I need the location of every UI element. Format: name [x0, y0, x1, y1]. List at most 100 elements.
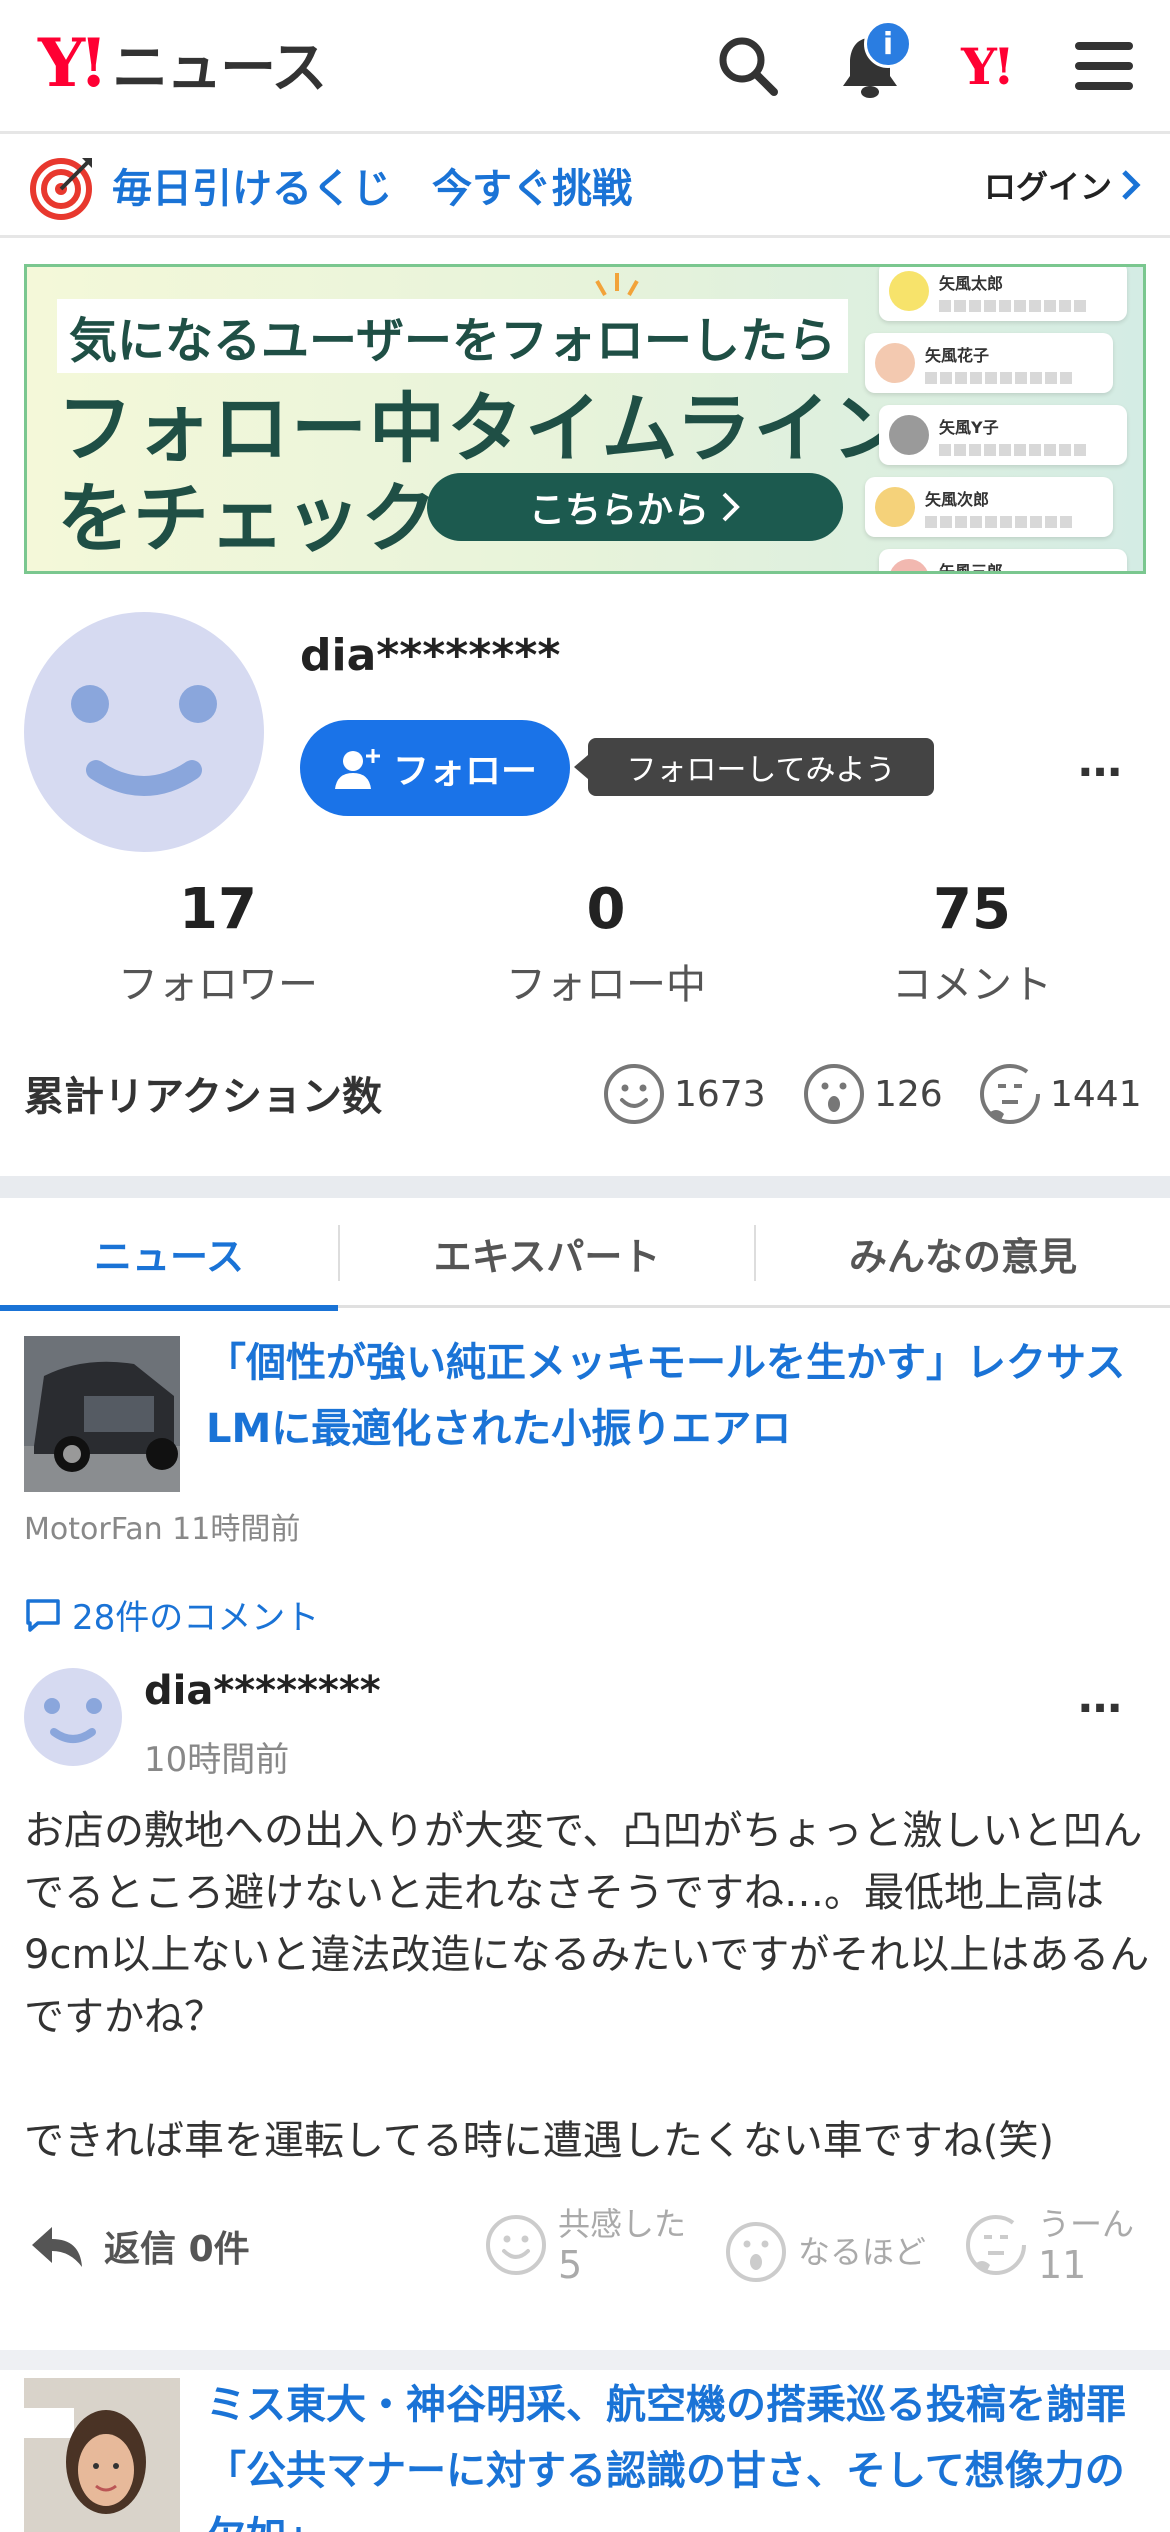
card-name: 矢風次郎 — [925, 490, 990, 509]
notification-bell-icon[interactable]: i — [834, 20, 912, 104]
lottery-link-text[interactable]: 毎日引けるくじ 今すぐ挑戦 — [112, 156, 632, 214]
notification-badge: i — [864, 20, 912, 68]
smile-face-icon — [604, 1064, 664, 1124]
sparkle-icon — [587, 271, 647, 305]
banner-cta-label: こちらから — [528, 490, 709, 531]
empathy-total-count: 1673 — [674, 1073, 766, 1115]
uun-reaction-button[interactable]: うーん 11 — [964, 2204, 1134, 2286]
comment-paragraph: できれば車を運転してる時に遭遇したくない車ですね(笑) — [24, 2118, 1055, 2164]
person-photo-icon — [24, 2378, 180, 2532]
followers-label: フォロワー — [118, 962, 318, 1008]
section-divider — [0, 1176, 1170, 1198]
follow-timeline-banner[interactable]: 気になるユーザーをフォローしたら フォロー中タイムライン をチェック こちらから… — [24, 264, 1146, 574]
article-meta: MotorFan 11時間前 — [24, 1504, 300, 1548]
banner-user-card: 矢風三郎 — [879, 549, 1127, 574]
follow-button[interactable]: フォロー — [300, 720, 570, 816]
naruhodo-label: なるほど — [798, 2233, 927, 2271]
comments-link-label: 28件のコメント — [72, 1598, 320, 1638]
tab-expert[interactable]: エキスパート — [340, 1198, 754, 1308]
yahoo-japan-top-icon[interactable]: Y! — [950, 28, 1022, 104]
smiley-avatar-icon — [44, 1698, 102, 1743]
empathy-count: 5 — [558, 2243, 583, 2287]
banner-user-card: 矢風Y子 — [879, 405, 1127, 465]
comment-time: 10時間前 — [144, 1740, 290, 1780]
naruhodo-total-count: 126 — [874, 1073, 943, 1115]
banner-line1: 気になるユーザーをフォローしたら — [57, 299, 849, 373]
naruhodo-reaction-total: 126 — [802, 1062, 943, 1126]
card-name: 矢風三郎 — [939, 562, 1004, 574]
empathy-label: 共感した — [558, 2205, 687, 2243]
uun-reaction-total: 1441 — [978, 1062, 1142, 1126]
empathy-reaction-total: 1673 — [602, 1062, 766, 1126]
empathy-reaction-button[interactable]: 共感した 5 — [484, 2204, 686, 2286]
follow-tooltip: フォローしてみよう — [574, 738, 934, 796]
comments-count-link[interactable]: 28件のコメント — [24, 1590, 319, 1639]
article-time: 11時間前 — [172, 1512, 301, 1547]
article-thumbnail[interactable] — [24, 1336, 180, 1492]
yahoo-news-logo[interactable]: Y! ニュース — [38, 24, 327, 102]
reply-arrow-icon — [32, 2227, 82, 2267]
user-avatar-icon — [889, 271, 929, 311]
thinking-face-icon — [966, 2215, 1026, 2275]
comments-stat[interactable]: 75 コメント — [822, 882, 1122, 1010]
uun-total-count: 1441 — [1050, 1073, 1142, 1115]
profile-username: dia******** — [300, 630, 561, 681]
chevron-right-icon — [1122, 170, 1141, 200]
tab-news[interactable]: ニュース — [0, 1198, 338, 1311]
naruhodo-reaction-button[interactable]: なるほど — [724, 2220, 926, 2284]
reply-label: 返信 — [104, 2229, 177, 2270]
comment-username[interactable]: dia******** — [144, 1668, 381, 1714]
following-label: フォロー中 — [506, 962, 706, 1008]
article-thumbnail[interactable] — [24, 2378, 180, 2532]
article-title-link[interactable]: ミス東大・神谷明采、航空機の搭乗巡る投稿を謝罪「公共マナーに対する認識の甘さ、そ… — [206, 2372, 1146, 2532]
comments-count: 75 — [933, 877, 1011, 942]
banner-cta-button[interactable]: こちらから — [427, 473, 843, 541]
card-name: 矢風花子 — [925, 346, 990, 365]
chevron-right-icon — [722, 492, 740, 522]
user-avatar-icon — [875, 487, 915, 527]
banner-user-card: 矢風花子 — [865, 333, 1113, 393]
comment-bubble-icon — [26, 1598, 60, 1632]
comment-paragraph: お店の敷地への出入りが大変で、凸凹がちょっと激しいと凹んでるところ避けないと走れ… — [24, 1808, 1150, 2040]
thinking-face-icon — [980, 1064, 1040, 1124]
article-title-link[interactable]: 「個性が強い純正メッキモールを生かす」レクサスLMに最適化された小振りエアロ — [206, 1330, 1146, 1462]
following-count: 0 — [586, 877, 626, 942]
news-logo-text: ニュース — [112, 35, 327, 101]
add-user-icon — [334, 749, 380, 789]
banner-user-card: 矢風太郎 — [879, 267, 1127, 321]
user-avatar-icon — [889, 415, 929, 455]
section-divider — [0, 2350, 1170, 2370]
hamburger-menu-icon[interactable] — [1068, 28, 1140, 104]
smiley-avatar-icon — [71, 685, 217, 796]
target-icon — [30, 154, 96, 224]
login-label: ログイン — [983, 168, 1112, 206]
article-source: MotorFan — [24, 1512, 163, 1547]
reply-button[interactable]: 返信 0件 — [30, 2220, 250, 2272]
comments-label: コメント — [892, 962, 1052, 1008]
profile-more-menu-icon[interactable]: … — [1078, 736, 1126, 787]
surprised-face-icon — [804, 1064, 864, 1124]
profile-tabs: ニュース エキスパート みんなの意見 — [0, 1198, 1170, 1311]
smile-face-icon — [486, 2215, 546, 2275]
yj-mark-text: Y! — [961, 36, 1015, 96]
top-header: Y! ニュース i Y! — [0, 0, 1170, 134]
login-link[interactable]: ログイン — [984, 162, 1142, 208]
comment-more-menu-icon[interactable]: … — [1078, 1672, 1126, 1723]
tab-everyone-opinion[interactable]: みんなの意見 — [756, 1198, 1170, 1308]
reply-count: 0件 — [188, 2229, 250, 2270]
car-photo-icon — [24, 1336, 180, 1492]
card-name: 矢風Y子 — [939, 418, 999, 437]
search-icon[interactable] — [712, 28, 784, 104]
following-stat[interactable]: 0 フォロー中 — [456, 882, 756, 1010]
follow-label: フォロー — [392, 751, 537, 792]
comment-user-avatar[interactable] — [24, 1668, 122, 1766]
followers-count: 17 — [179, 877, 257, 942]
user-avatar-icon — [889, 559, 929, 571]
uun-label: うーん — [1038, 2205, 1135, 2243]
followers-stat[interactable]: 17 フォロワー — [68, 882, 368, 1010]
profile-avatar — [24, 612, 264, 852]
lottery-bar[interactable]: 毎日引けるくじ 今すぐ挑戦 ログイン — [0, 134, 1170, 238]
yahoo-logo-mark: Y! — [38, 24, 108, 102]
user-avatar-icon — [875, 343, 915, 383]
uun-count: 11 — [1038, 2243, 1087, 2287]
